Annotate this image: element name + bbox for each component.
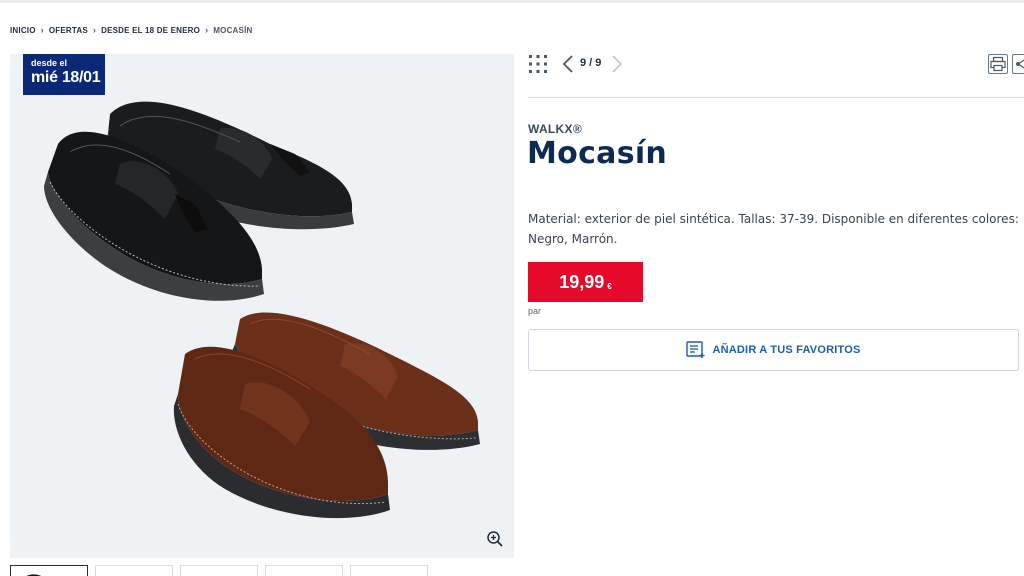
product-toolbar: 9 / 9	[528, 52, 1024, 76]
thumbnail[interactable]	[95, 565, 173, 576]
price-amount: 19,99	[559, 271, 605, 292]
thumbnail-strip	[10, 565, 428, 576]
thumbnail[interactable]	[265, 565, 343, 576]
product-image	[44, 101, 480, 519]
breadcrumb-desde-el-18-de-enero[interactable]: DESDE EL 18 DE ENERO	[101, 26, 200, 35]
chevron-right-icon: ›	[40, 25, 44, 35]
breadcrumb-ofertas[interactable]: OFERTAS	[49, 26, 88, 35]
chevron-right-icon: ›	[205, 25, 209, 35]
print-button[interactable]	[988, 54, 1008, 74]
price-unit: par	[528, 306, 542, 316]
price-box: 19,99 €	[528, 262, 643, 302]
thumbnail[interactable]	[180, 565, 258, 576]
thumbnail[interactable]	[350, 565, 428, 576]
product-description: Material: exterior de piel sintética. Ta…	[528, 212, 1019, 246]
chevron-left-icon[interactable]	[561, 54, 575, 74]
chevron-right-icon[interactable]	[610, 54, 624, 74]
date-badge: desde el mié 18/01	[23, 54, 105, 95]
product-image-panel[interactable]: desde el mié 18/01	[10, 54, 514, 558]
add-to-favorites-label: AÑADIR A TUS FAVORITOS	[712, 344, 861, 356]
share-button[interactable]	[1012, 54, 1024, 74]
thumbnail[interactable]	[10, 565, 88, 576]
grid-icon[interactable]	[528, 54, 548, 74]
thumbnail-image	[26, 574, 42, 576]
add-to-favorites-button[interactable]: AÑADIR A TUS FAVORITOS	[528, 329, 1019, 371]
list-add-icon	[686, 341, 705, 358]
product-title: Mocasín	[527, 136, 668, 171]
breadcrumb-current: MOCASÍN	[213, 25, 253, 35]
badge-line1: desde el	[31, 58, 68, 68]
share-icon	[1016, 59, 1024, 69]
printer-icon	[990, 56, 1006, 72]
zoom-in-icon[interactable]	[486, 530, 504, 548]
product-brand: WALKX®	[528, 122, 582, 136]
pager-label: 9 / 9	[580, 57, 602, 69]
breadcrumb: INICIO › OFERTAS › DESDE EL 18 DE ENERO …	[10, 24, 252, 36]
divider	[528, 97, 1024, 98]
chevron-right-icon: ›	[92, 25, 97, 35]
top-border	[0, 0, 1024, 3]
breadcrumb-inicio[interactable]: INICIO	[10, 26, 36, 35]
badge-line2: mié 18/01	[31, 69, 101, 86]
price-currency: €	[607, 281, 612, 291]
